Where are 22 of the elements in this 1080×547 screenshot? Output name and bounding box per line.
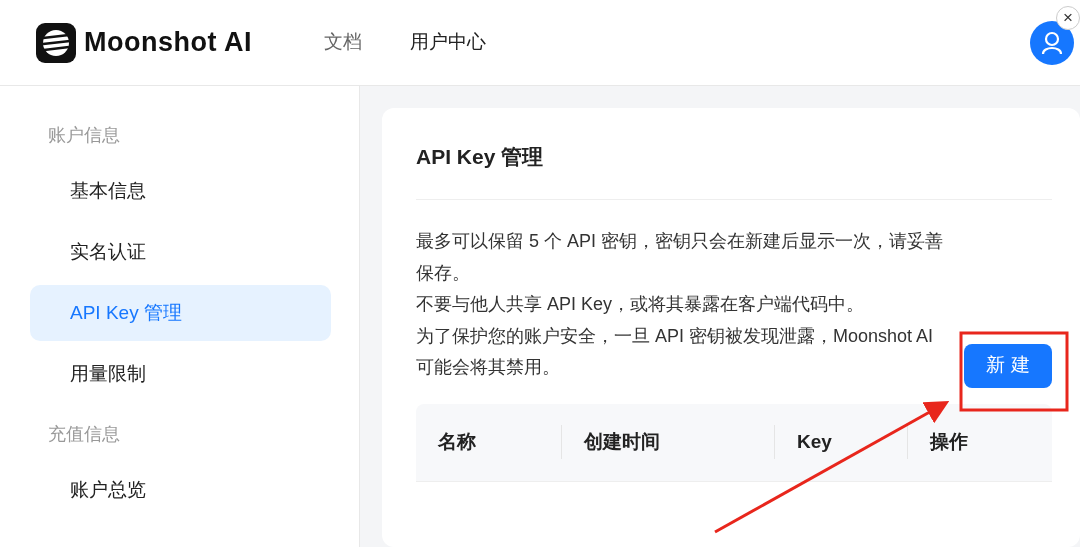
avatar-icon[interactable] — [1030, 20, 1074, 65]
notice-text: 最多可以保留 5 个 API 密钥，密钥只会在新建后显示一次，请妥善保存。 — [416, 230, 945, 285]
sidebar-item[interactable]: 实名认证 — [30, 224, 331, 280]
nav-link[interactable]: 用户中心 — [409, 28, 486, 57]
brand-name: Moonshot AI — [84, 26, 252, 60]
nav-link[interactable]: 文档 — [323, 28, 362, 57]
logo-icon — [36, 22, 76, 63]
sidebar-item[interactable]: 基本信息 — [30, 163, 331, 219]
sidebar-group-title: 充值信息 — [47, 423, 121, 446]
close-button[interactable]: × — [1056, 6, 1080, 30]
notice-text: 为了保护您的账户安全，一旦 API 密钥被发现泄露，Moonshot AI 可能会将其禁用。 — [416, 324, 935, 380]
create-button[interactable]: 新 建 — [964, 343, 1052, 388]
column-header: 名称 — [437, 429, 477, 454]
sidebar-item[interactable]: 用量限制 — [30, 346, 331, 402]
column-header: 创建时间 — [582, 429, 661, 454]
column-header: 操作 — [928, 429, 969, 454]
page-title: API Key 管理 — [416, 144, 545, 170]
notice-text: 不要与他人共享 API Key，或将其暴露在客户端代码中。 — [416, 293, 866, 317]
sidebar-item[interactable]: API Key 管理 — [30, 285, 331, 341]
column-header: Key — [796, 429, 833, 454]
sidebar-group-title: 账户信息 — [47, 124, 121, 147]
sidebar-item[interactable]: 账户总览 — [30, 462, 331, 518]
